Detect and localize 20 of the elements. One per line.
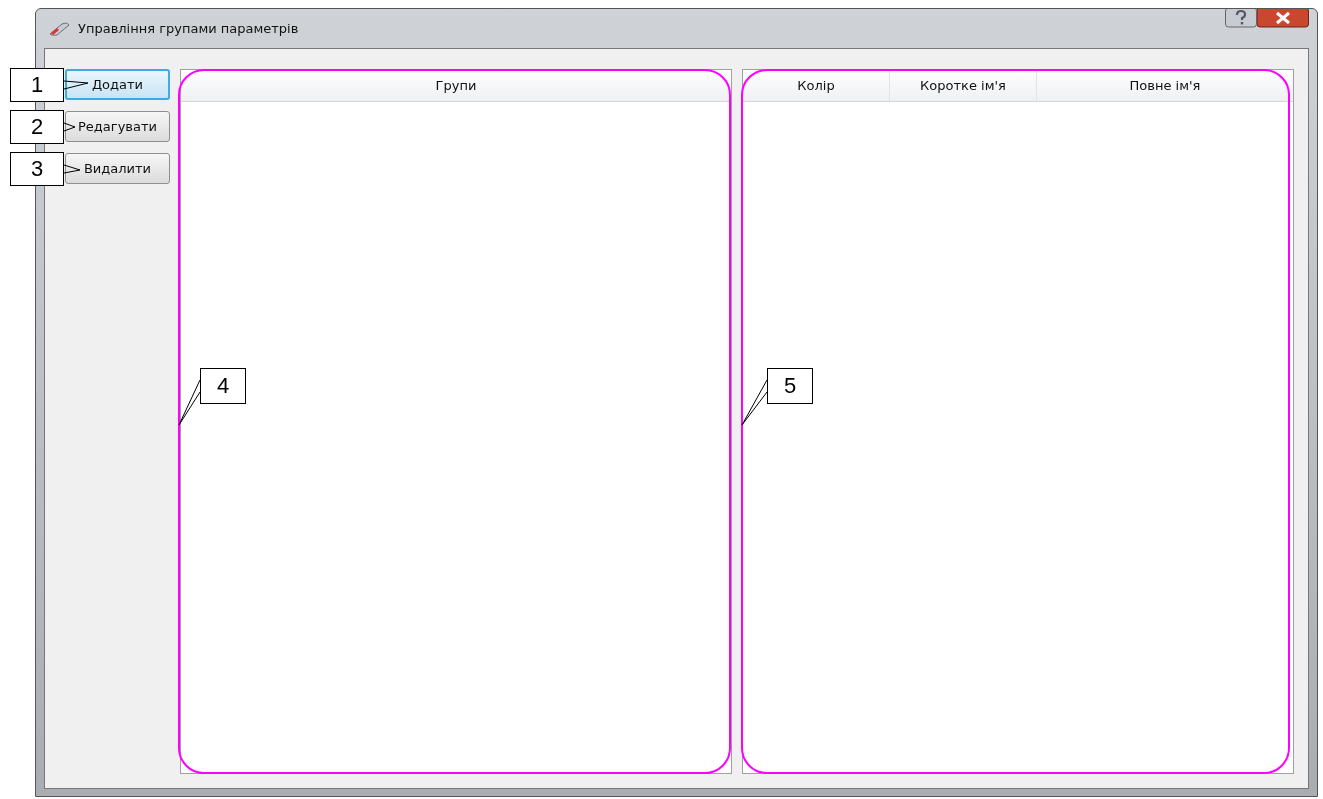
column-header[interactable]: Групи [181, 70, 731, 101]
column-header[interactable]: Колір [743, 70, 890, 101]
callout-label: 3 [10, 152, 64, 186]
callout-label: 5 [767, 368, 813, 404]
window-title: Управління групами параметрів [78, 21, 300, 36]
callout-label: 2 [10, 110, 64, 144]
column-header[interactable]: Повне ім'я [1037, 70, 1293, 101]
leader-line [178, 379, 201, 426]
help-button[interactable] [1225, 9, 1257, 28]
leader-line [63, 164, 81, 174]
action-button[interactable]: Редагувати [65, 111, 170, 142]
leader-line [63, 80, 89, 90]
callout-label: 4 [200, 368, 246, 404]
action-button[interactable]: Додати [65, 69, 170, 100]
action-button[interactable]: Видалити [65, 153, 170, 184]
close-button[interactable] [1257, 9, 1309, 28]
column-header[interactable]: Коротке ім'я [890, 70, 1037, 101]
leader-line [63, 122, 76, 132]
callout-label: 1 [10, 68, 64, 102]
leader-line [741, 379, 768, 426]
